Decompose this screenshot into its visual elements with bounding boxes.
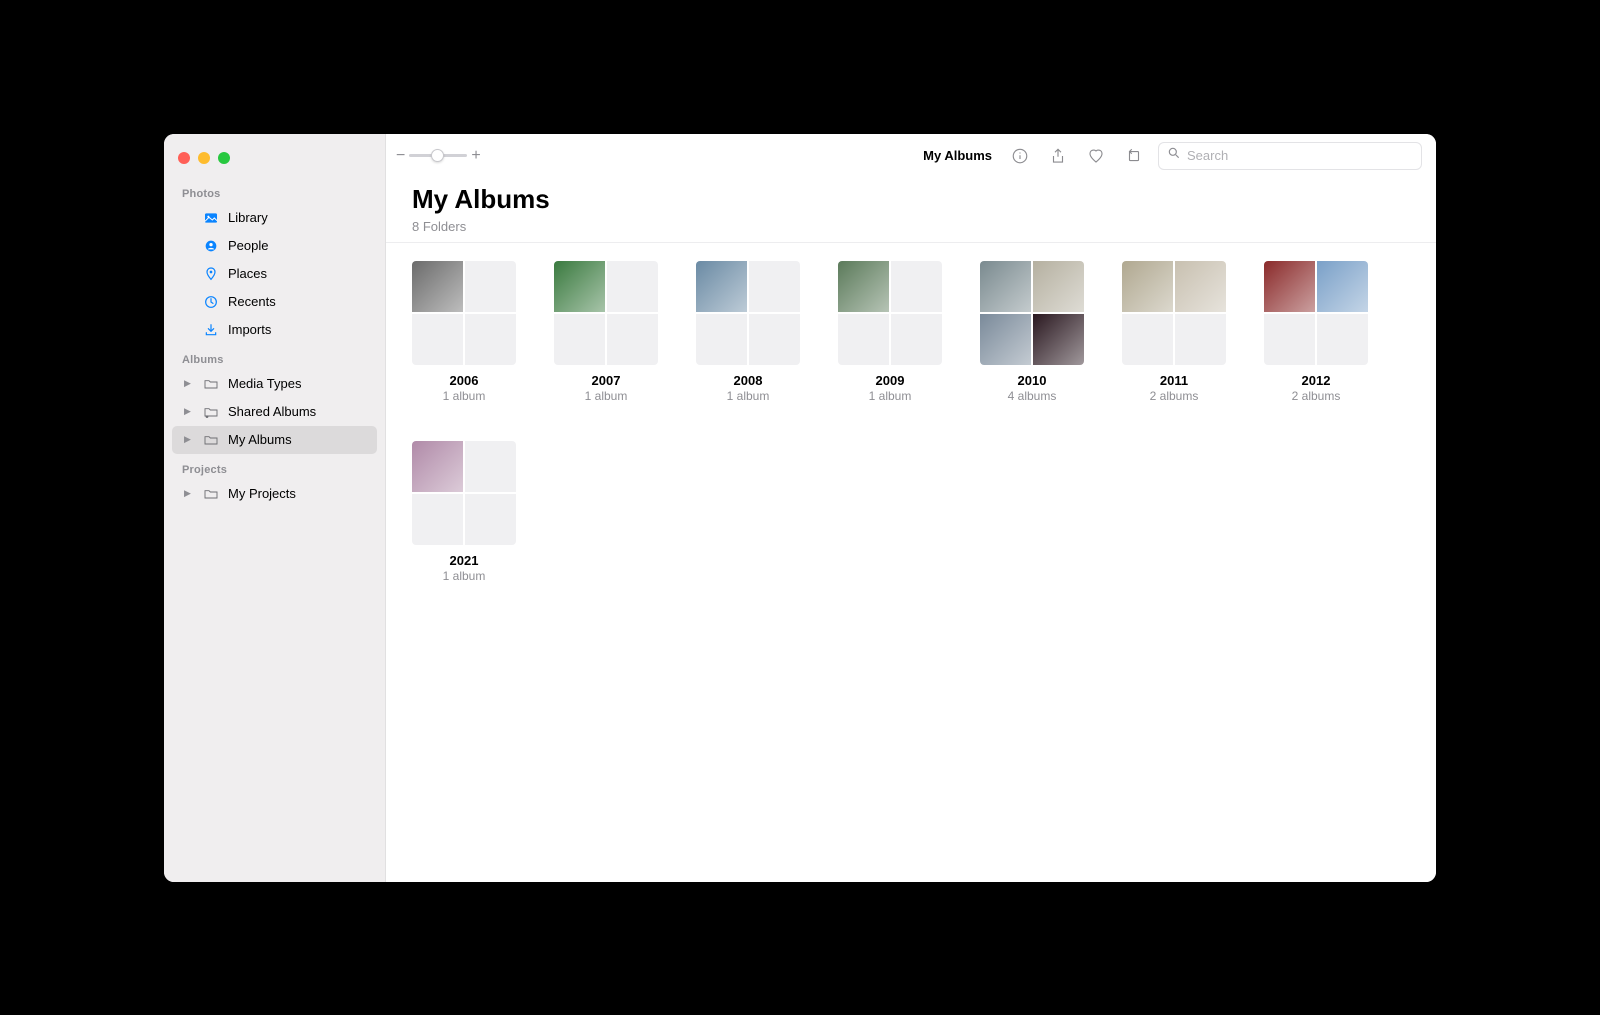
album-name: 2008: [734, 373, 763, 388]
album-thumbnail: [412, 441, 516, 545]
sidebar-item-label: Media Types: [228, 376, 301, 391]
sidebar-item-imports[interactable]: Imports: [172, 316, 377, 344]
sidebar-item-label: People: [228, 238, 268, 253]
sidebar-item-label: My Albums: [228, 432, 292, 447]
album-name: 2006: [450, 373, 479, 388]
album-folder[interactable]: 20112 albums: [1122, 261, 1226, 403]
sidebar-item-label: My Projects: [228, 486, 296, 501]
album-count: 2 albums: [1150, 389, 1199, 403]
folder-icon: [202, 485, 220, 503]
search-field[interactable]: [1158, 142, 1422, 170]
minimize-window-button[interactable]: [198, 152, 210, 164]
chevron-right-icon[interactable]: ▶: [184, 434, 194, 445]
album-count: 1 album: [585, 389, 628, 403]
album-count: 1 album: [727, 389, 770, 403]
sidebar-item-recents[interactable]: Recents: [172, 288, 377, 316]
album-thumbnail: [1264, 261, 1368, 365]
sidebar-section-projects: Projects: [164, 454, 385, 480]
sidebar-item-label: Places: [228, 266, 267, 281]
album-thumbnail: [412, 261, 516, 365]
sidebar-item-label: Imports: [228, 322, 271, 337]
rotate-button[interactable]: [1120, 142, 1148, 170]
album-thumbnail: [838, 261, 942, 365]
sidebar-section-albums: Albums: [164, 344, 385, 370]
folder-icon: [202, 375, 220, 393]
main-content: − + My Albums: [386, 134, 1436, 882]
album-count: 1 album: [869, 389, 912, 403]
photos-window: Photos Library People Places: [164, 134, 1436, 882]
window-controls: [164, 144, 385, 178]
sidebar-item-places[interactable]: Places: [172, 260, 377, 288]
fullscreen-window-button[interactable]: [218, 152, 230, 164]
album-folder[interactable]: 20211 album: [412, 441, 516, 583]
sidebar-item-label: Recents: [228, 294, 276, 309]
favorite-button[interactable]: [1082, 142, 1110, 170]
album-folder[interactable]: 20122 albums: [1264, 261, 1368, 403]
album-count: 1 album: [443, 389, 486, 403]
album-name: 2012: [1302, 373, 1331, 388]
sidebar: Photos Library People Places: [164, 134, 386, 882]
album-count: 4 albums: [1008, 389, 1057, 403]
album-folder[interactable]: 20071 album: [554, 261, 658, 403]
close-window-button[interactable]: [178, 152, 190, 164]
share-button[interactable]: [1044, 142, 1072, 170]
toolbar: − + My Albums: [386, 134, 1436, 178]
page-title: My Albums: [386, 182, 1436, 217]
album-thumbnail: [980, 261, 1084, 365]
search-input[interactable]: [1187, 148, 1413, 163]
album-grid: 20061 album20071 album20081 album20091 a…: [386, 261, 1436, 583]
album-folder[interactable]: 20091 album: [838, 261, 942, 403]
sidebar-item-media-types[interactable]: ▶ Media Types: [172, 370, 377, 398]
zoom-slider[interactable]: [409, 154, 467, 157]
zoom-in-button[interactable]: +: [471, 147, 480, 165]
content-area: My Albums 8 Folders 20061 album20071 alb…: [386, 178, 1436, 583]
album-name: 2007: [592, 373, 621, 388]
page-subtitle: 8 Folders: [386, 217, 1436, 243]
places-icon: [202, 265, 220, 283]
sidebar-item-label: Shared Albums: [228, 404, 316, 419]
album-name: 2009: [876, 373, 905, 388]
info-button[interactable]: [1006, 142, 1034, 170]
album-folder[interactable]: 20061 album: [412, 261, 516, 403]
people-icon: [202, 237, 220, 255]
album-folder[interactable]: 20104 albums: [980, 261, 1084, 403]
zoom-out-button[interactable]: −: [396, 147, 405, 165]
album-count: 2 albums: [1292, 389, 1341, 403]
library-icon: [202, 209, 220, 227]
album-name: 2010: [1018, 373, 1047, 388]
sidebar-item-shared-albums[interactable]: ▶ Shared Albums: [172, 398, 377, 426]
zoom-controls: − +: [396, 147, 481, 165]
shared-folder-icon: [202, 403, 220, 421]
folder-icon: [202, 431, 220, 449]
album-name: 2011: [1160, 373, 1188, 388]
album-folder[interactable]: 20081 album: [696, 261, 800, 403]
sidebar-item-people[interactable]: People: [172, 232, 377, 260]
chevron-right-icon[interactable]: ▶: [184, 378, 194, 389]
album-count: 1 album: [443, 569, 486, 583]
sidebar-item-label: Library: [228, 210, 268, 225]
recents-icon: [202, 293, 220, 311]
album-name: 2021: [450, 553, 479, 568]
sidebar-item-library[interactable]: Library: [172, 204, 377, 232]
sidebar-section-photos: Photos: [164, 178, 385, 204]
toolbar-title: My Albums: [923, 148, 996, 163]
album-thumbnail: [696, 261, 800, 365]
sidebar-item-my-projects[interactable]: ▶ My Projects: [172, 480, 377, 508]
chevron-right-icon[interactable]: ▶: [184, 406, 194, 417]
album-thumbnail: [554, 261, 658, 365]
zoom-slider-knob[interactable]: [431, 149, 444, 162]
imports-icon: [202, 321, 220, 339]
sidebar-item-my-albums[interactable]: ▶ My Albums: [172, 426, 377, 454]
album-thumbnail: [1122, 261, 1226, 365]
chevron-right-icon[interactable]: ▶: [184, 488, 194, 499]
search-icon: [1167, 146, 1181, 165]
